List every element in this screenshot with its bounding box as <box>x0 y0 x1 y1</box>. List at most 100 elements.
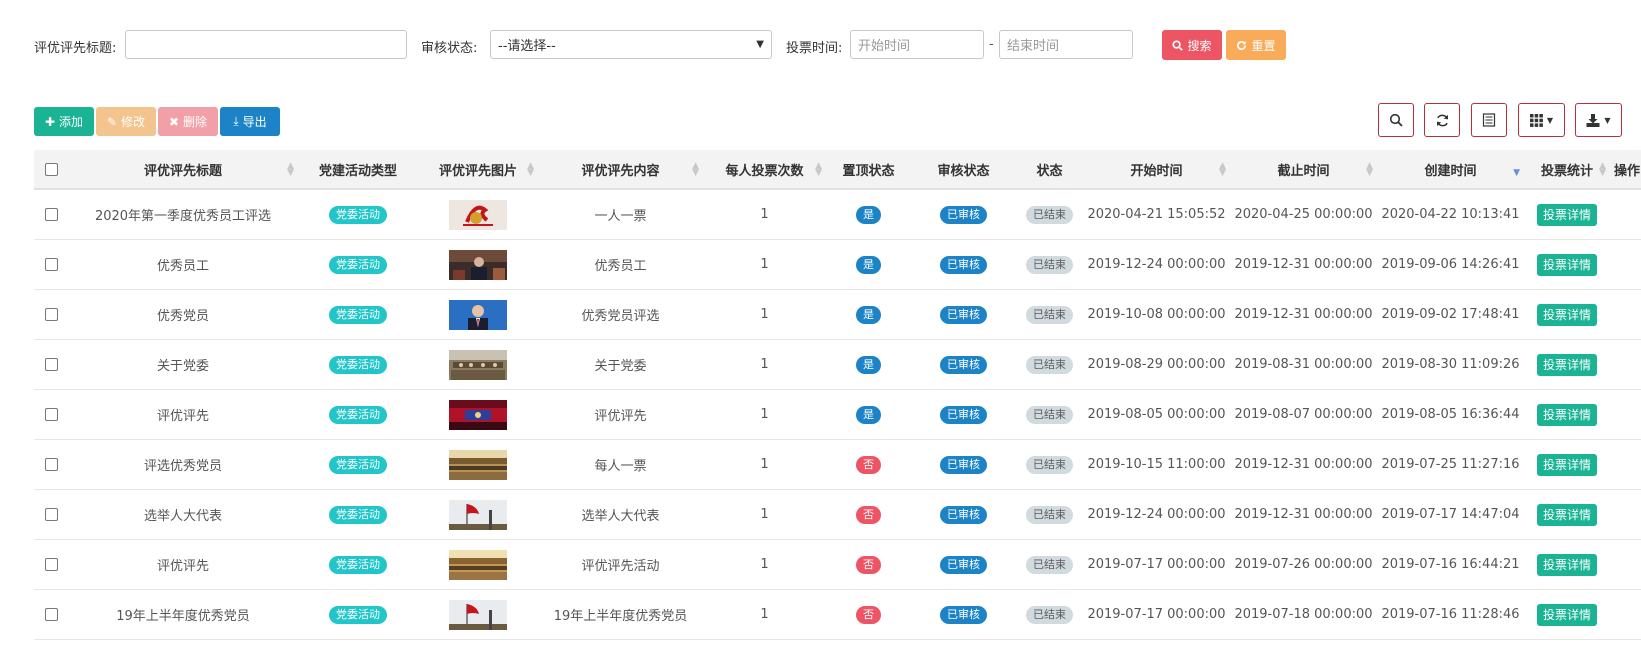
row-checkbox[interactable] <box>44 608 58 621</box>
header-title[interactable]: 评优评先标题 ▲ ▼ <box>68 150 298 188</box>
table-row[interactable]: 19年上半年度优秀党员 党委活动 19年上半年度优秀党员 1 否 已审核 已结束 2019-0… <box>34 590 1641 640</box>
sort-icon: ▲▼ <box>815 161 822 178</box>
toggle-search-button[interactable] <box>1378 103 1414 137</box>
cell-created: 2019-09-02 17:48:41 <box>1377 290 1524 339</box>
cell-chk <box>34 290 68 339</box>
columns-dropdown[interactable]: ▼ <box>1518 103 1565 137</box>
cell-type: 党委活动 <box>298 440 418 489</box>
row-checkbox[interactable] <box>44 508 58 521</box>
thumbnail-image[interactable] <box>449 199 507 230</box>
cell-start: 2019-07-17 00:00:00 <box>1083 590 1230 639</box>
select-all-checkbox[interactable] <box>44 162 58 176</box>
pin-status-badge: 否 <box>856 555 881 574</box>
cell-created: 2019-07-17 14:47:04 <box>1377 490 1524 539</box>
vote-detail-button[interactable]: 投票详情 <box>1536 503 1597 526</box>
audit-status-badge: 已审核 <box>940 555 987 574</box>
cell-audit: 已审核 <box>911 540 1016 589</box>
cell-stat: 投票详情 <box>1524 240 1610 289</box>
cell-audit: 已审核 <box>911 290 1016 339</box>
table-row[interactable]: 评优评先 党委活动 评优评先活动 1 否 已审核 已结束 2019-07-17 00:00:0… <box>34 540 1641 590</box>
refresh-button[interactable] <box>1424 103 1460 137</box>
cell-status: 已结束 <box>1016 190 1083 239</box>
edit-button[interactable]: ✎ 修改 <box>96 107 156 136</box>
vote-detail-button[interactable]: 投票详情 <box>1536 253 1597 276</box>
vote-detail-button[interactable]: 投票详情 <box>1536 303 1597 326</box>
title-text: 评优评先 <box>156 409 209 424</box>
start-text: 2019-10-08 00:00:00 <box>1087 307 1226 322</box>
status-badge: 已结束 <box>1026 205 1073 224</box>
table-row[interactable]: 2020年第一季度优秀员工评选 党委活动 一人一票 1 是 已审核 已结束 2020-04-2… <box>34 190 1641 240</box>
reset-button-label: 重置 <box>1251 38 1276 53</box>
export-dropdown[interactable]: ▼ <box>1575 103 1622 137</box>
cell-img <box>418 240 538 289</box>
table-row[interactable]: 选举人大代表 党委活动 选举人大代表 1 否 已审核 已结束 2019-12-24 00:00… <box>34 490 1641 540</box>
vote-detail-button[interactable]: 投票详情 <box>1536 403 1597 426</box>
thumbnail-image[interactable] <box>449 349 507 380</box>
thumbnail-image[interactable] <box>449 599 507 630</box>
vote-detail-button[interactable]: 投票详情 <box>1536 353 1597 376</box>
delete-button[interactable]: ✖ 删除 <box>158 107 218 136</box>
title-text: 19年上半年度优秀党员 <box>116 609 250 624</box>
cell-status: 已结束 <box>1016 340 1083 389</box>
audit-status-badge: 已审核 <box>940 255 987 274</box>
cell-top: 是 <box>826 240 911 289</box>
header-content[interactable]: 评优评先内容 ▲ ▼ <box>538 150 703 188</box>
add-button[interactable]: ✚ 添加 <box>34 107 94 136</box>
table-row[interactable]: 优秀党员 党委活动 优秀党员评选 1 是 已审核 已结束 2019-10-08 00:00:0… <box>34 290 1641 340</box>
cell-status: 已结束 <box>1016 590 1083 639</box>
created-text: 2019-07-16 16:44:21 <box>1381 557 1520 572</box>
header-votes[interactable]: 每人投票次数 ▲ ▼ <box>703 150 826 188</box>
table-row[interactable]: 关于党委 党委活动 关于党委 1 是 已审核 已结束 2019-08-29 00:00:00 2… <box>34 340 1641 390</box>
vote-detail-button[interactable]: 投票详情 <box>1536 603 1597 626</box>
header-label: 操作 <box>1613 163 1640 179</box>
delete-button-label: 删除 <box>183 115 208 129</box>
sort-icon: ▲▼ <box>527 161 534 178</box>
table-row[interactable]: 评选优秀党员 党委活动 每人一票 1 否 已审核 已结束 2019-10-15 11:00:0… <box>34 440 1641 490</box>
toggle-view-button[interactable] <box>1471 103 1507 137</box>
status-badge: 已结束 <box>1026 605 1073 624</box>
header-img[interactable]: 评优评先图片 ▲ ▼ <box>418 150 538 188</box>
cell-op <box>1610 590 1641 639</box>
vote-detail-button[interactable]: 投票详情 <box>1536 553 1597 576</box>
vote-detail-button[interactable]: 投票详情 <box>1536 453 1597 476</box>
row-checkbox[interactable] <box>44 308 58 321</box>
vote-table: 评优评先标题 ▲ ▼ 党建活动类型 评优评先图片 ▲ ▼ 评优评先内容 ▲ ▼ 每人投票次数 ▲ ▼ 置顶… <box>34 150 1641 640</box>
header-end[interactable]: 截止时间 ▲ ▼ <box>1230 150 1377 188</box>
created-text: 2020-04-22 10:13:41 <box>1381 207 1520 222</box>
cell-chk <box>34 590 68 639</box>
start-time-input[interactable]: 开始时间 <box>850 30 984 59</box>
row-checkbox[interactable] <box>44 208 58 221</box>
audit-status-select[interactable]: --请选择-- ▼ <box>490 30 772 59</box>
cell-top: 是 <box>826 390 911 439</box>
cell-op <box>1610 390 1641 439</box>
row-checkbox[interactable] <box>44 408 58 421</box>
table-row[interactable]: 评优评先 党委活动 评优评先 1 是 已审核 已结束 2019-08-05 00:00:00 2… <box>34 390 1641 440</box>
vote-detail-button[interactable]: 投票详情 <box>1536 203 1597 226</box>
table-row[interactable]: 优秀员工 党委活动 优秀员工 1 是 已审核 已结束 2019-12-24 00:00:00 2… <box>34 240 1641 290</box>
thumbnail-image[interactable] <box>449 449 507 480</box>
thumbnail-image[interactable] <box>449 249 507 280</box>
cell-top: 是 <box>826 340 911 389</box>
thumbnail-image[interactable] <box>449 499 507 530</box>
header-stat[interactable]: 投票统计 ▲ ▼ <box>1524 150 1610 188</box>
export-button[interactable]: ⤓ 导出 <box>220 107 280 136</box>
row-checkbox[interactable] <box>44 358 58 371</box>
thumbnail-image[interactable] <box>449 399 507 430</box>
header-created[interactable]: 创建时间 ▲▼ <box>1377 150 1524 188</box>
row-checkbox[interactable] <box>44 458 58 471</box>
status-badge: 已结束 <box>1026 455 1073 474</box>
search-button[interactable]: 搜索 <box>1162 30 1222 60</box>
row-checkbox[interactable] <box>44 258 58 271</box>
end-time-input[interactable]: 结束时间 <box>999 30 1133 59</box>
cell-top: 是 <box>826 190 911 239</box>
row-checkbox[interactable] <box>44 558 58 571</box>
cell-img <box>418 340 538 389</box>
reset-button[interactable]: 重置 <box>1226 30 1286 60</box>
columns-icon <box>1529 113 1543 127</box>
header-start[interactable]: 开始时间 ▲ ▼ <box>1083 150 1230 188</box>
title-filter-input[interactable] <box>125 30 407 59</box>
thumbnail-image[interactable] <box>449 549 507 580</box>
audit-status-badge: 已审核 <box>940 305 987 324</box>
header-label: 状态 <box>1036 163 1063 179</box>
thumbnail-image[interactable] <box>449 299 507 330</box>
